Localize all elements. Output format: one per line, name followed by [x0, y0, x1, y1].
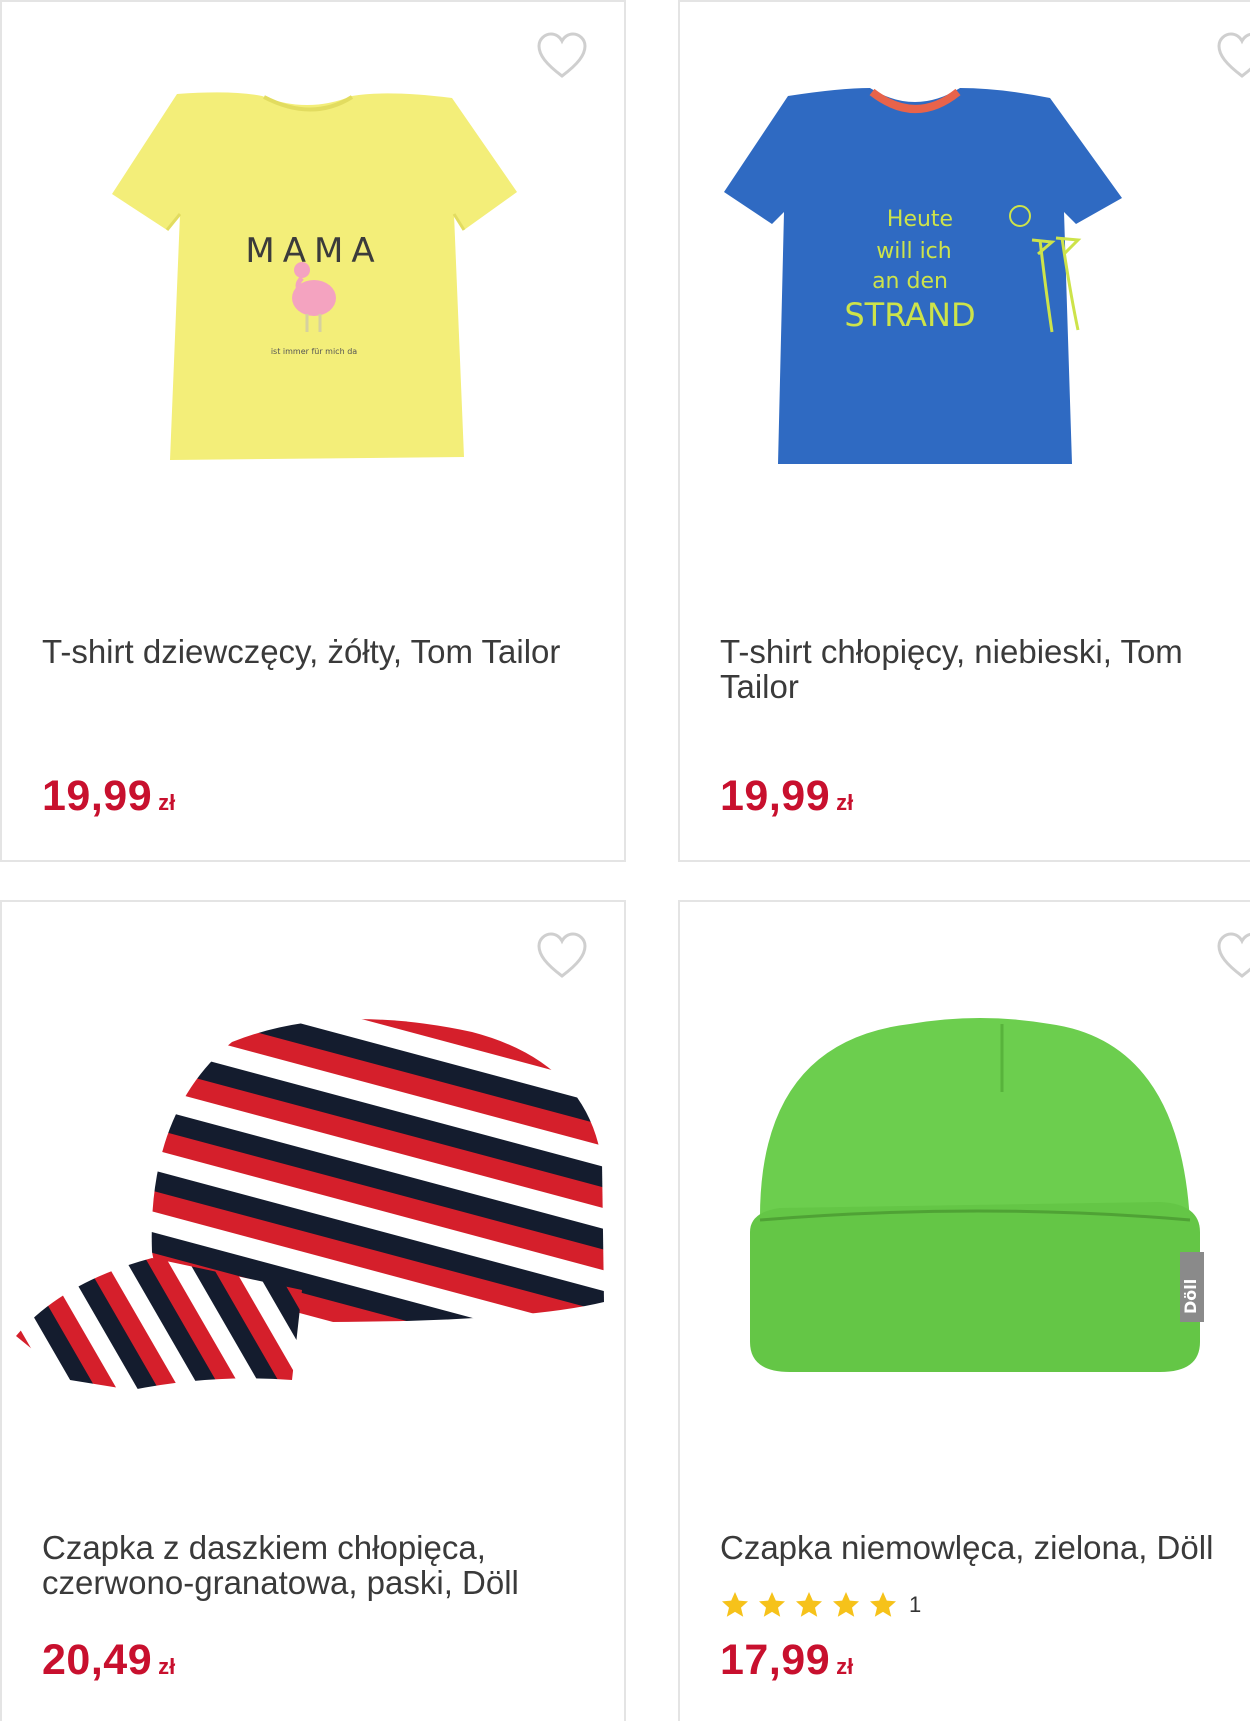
product-price: 20,49 zł: [42, 1636, 175, 1685]
product-grid: MAMA ist immer für mich da T-shirt dziew…: [0, 0, 1250, 1721]
star-icon: [722, 1592, 748, 1617]
price-currency: zł: [158, 1654, 176, 1679]
brand-label-text: Döll: [1181, 1279, 1200, 1314]
favorite-heart-icon[interactable]: [536, 932, 588, 980]
star-icon: [833, 1592, 859, 1617]
striped-cap-image[interactable]: [2, 902, 628, 1422]
star-icon: [759, 1592, 785, 1617]
tshirt-print-line: STRAND: [844, 296, 975, 334]
yellow-tshirt-image[interactable]: MAMA ist immer für mich da: [2, 2, 628, 522]
blue-tshirt-image[interactable]: Heute will ich an den STRAND: [680, 2, 1250, 522]
price-amount: 17,99: [720, 1636, 831, 1684]
green-beanie-image[interactable]: Döll: [680, 902, 1250, 1422]
rating-count: 1: [909, 1592, 922, 1617]
price-currency: zł: [836, 1654, 854, 1679]
product-card[interactable]: Czapka z daszkiem chłopięca, czerwono-gr…: [0, 900, 626, 1721]
product-card[interactable]: MAMA ist immer für mich da T-shirt dziew…: [0, 0, 626, 862]
tshirt-print-line: will ich: [876, 239, 951, 264]
product-title[interactable]: Czapka niemowlęca, zielona, Döll: [720, 1530, 1246, 1565]
product-rating[interactable]: 1: [720, 1590, 921, 1620]
star-icon: [796, 1592, 822, 1617]
product-price: 19,99 zł: [42, 772, 175, 821]
product-card[interactable]: Döll Czapka niemowlęca, zielona, Döll 1 …: [678, 900, 1250, 1721]
product-price: 19,99 zł: [720, 772, 853, 821]
star-icon: [870, 1592, 896, 1617]
favorite-heart-icon[interactable]: [1216, 932, 1250, 980]
tshirt-print-line: Heute: [887, 207, 953, 232]
tshirt-print-text: MAMA: [245, 231, 382, 271]
favorite-heart-icon[interactable]: [1216, 32, 1250, 80]
price-amount: 19,99: [720, 772, 831, 820]
price-currency: zł: [158, 790, 176, 815]
price-currency: zł: [836, 790, 854, 815]
product-title[interactable]: T-shirt chłopięcy, niebieski, Tom Tailor: [720, 634, 1246, 704]
product-title[interactable]: T-shirt dziewczęcy, żółty, Tom Tailor: [42, 634, 594, 669]
price-amount: 20,49: [42, 1636, 153, 1684]
tshirt-print-small-text: ist immer für mich da: [271, 347, 357, 356]
price-amount: 19,99: [42, 772, 153, 820]
product-title[interactable]: Czapka z daszkiem chłopięca, czerwono-gr…: [42, 1530, 594, 1600]
tshirt-print-line: an den: [872, 269, 948, 294]
product-price: 17,99 zł: [720, 1636, 853, 1685]
product-card[interactable]: Heute will ich an den STRAND T-shirt chł…: [678, 0, 1250, 862]
favorite-heart-icon[interactable]: [536, 32, 588, 80]
